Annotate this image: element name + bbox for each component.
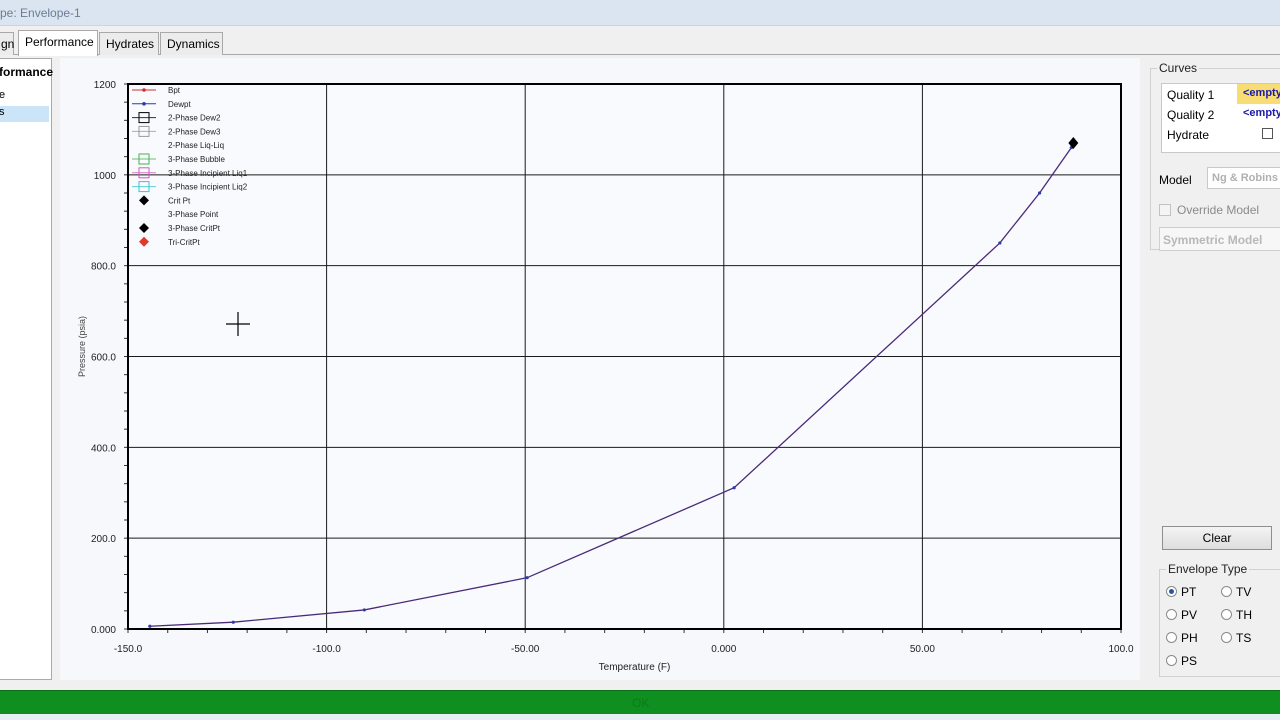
curve-label: Quality 2 <box>1167 108 1215 122</box>
x-tick-label: 100.0 <box>1108 644 1133 655</box>
curve-value[interactable]: <empty <box>1237 104 1280 124</box>
radio-icon <box>1221 586 1232 597</box>
bottom-strip <box>0 714 1280 720</box>
legend-dot <box>142 102 146 106</box>
override-model-checkbox[interactable]: Override Model <box>1159 203 1259 217</box>
legend-label: Dewpt <box>168 100 191 109</box>
radio-icon <box>1221 609 1232 620</box>
legend-label: Crit Pt <box>168 196 191 205</box>
plot-area[interactable]: -150.0 -100.0 -50.00 0.000 50.00 100.0 0.000 20… <box>60 58 1140 680</box>
symmetric-model-select[interactable]: Symmetric Model <box>1159 227 1280 251</box>
hydrate-checkbox[interactable] <box>1262 128 1273 139</box>
legend-label: 2-Phase Dew3 <box>168 127 221 136</box>
model-select[interactable]: Ng & Robins <box>1207 167 1280 189</box>
series-point <box>998 241 1002 245</box>
legend-dot <box>142 88 146 92</box>
series-point <box>362 608 366 612</box>
radio-th[interactable]: TH <box>1221 608 1252 622</box>
left-navigation-panel: formance e s <box>0 58 54 680</box>
y-tick-label: 1200 <box>94 80 117 91</box>
status-text: OK <box>632 696 650 710</box>
x-tick-label: -100.0 <box>312 644 341 655</box>
radio-pt[interactable]: PT <box>1166 585 1196 599</box>
series-point <box>732 486 736 490</box>
envelope-chart[interactable]: -150.0 -100.0 -50.00 0.000 50.00 100.0 0.000 20… <box>60 58 1140 680</box>
series-point <box>525 576 529 580</box>
series-point <box>231 620 235 624</box>
clear-button[interactable]: Clear <box>1162 526 1272 550</box>
radio-icon <box>1166 632 1177 643</box>
radio-selected-icon <box>1166 586 1177 597</box>
left-panel-item-selected[interactable]: s <box>0 106 49 122</box>
left-panel-header: formance <box>0 65 54 79</box>
curve-label: Quality 1 <box>1167 88 1215 102</box>
y-tick-label: 200.0 <box>91 534 116 545</box>
curve-row-quality-1[interactable]: Quality 1 <empty <box>1162 84 1280 104</box>
curves-group-title: Curves <box>1157 61 1200 75</box>
curve-value[interactable]: <empty <box>1237 84 1280 104</box>
right-panel: Curves Quality 1 <empty Quality 2 <empty… <box>1150 58 1280 688</box>
tab-strip: gn Performance Hydrates Dynamics <box>0 30 1280 56</box>
radio-icon <box>1166 655 1177 666</box>
radio-tv[interactable]: TV <box>1221 585 1251 599</box>
radio-label: TV <box>1236 585 1252 599</box>
legend-label: 2-Phase Liq-Liq <box>168 141 224 150</box>
legend-label: 3-Phase Incipient Liq1 <box>168 169 248 178</box>
y-tick-label: 400.0 <box>91 443 116 454</box>
curves-table: Quality 1 <empty Quality 2 <empty Hydrat… <box>1161 83 1280 153</box>
override-model-label: Override Model <box>1177 203 1260 217</box>
radio-label: TH <box>1236 608 1252 622</box>
checkbox-icon <box>1159 204 1171 216</box>
status-bar: OK <box>0 690 1280 714</box>
y-tick-label: 600.0 <box>91 353 116 364</box>
curve-row-hydrate[interactable]: Hydrate <box>1162 124 1280 144</box>
x-tick-label: -150.0 <box>114 644 143 655</box>
tab-dynamics[interactable]: Dynamics <box>160 32 223 55</box>
radio-ph[interactable]: PH <box>1166 631 1198 645</box>
legend-label: Bpt <box>168 86 181 95</box>
radio-icon <box>1221 632 1232 643</box>
x-tick-label: -50.00 <box>511 644 540 655</box>
legend-label: 3-Phase Incipient Liq2 <box>168 183 248 192</box>
tab-performance[interactable]: Performance <box>18 30 98 56</box>
radio-label: PT <box>1181 585 1197 599</box>
radio-ts[interactable]: TS <box>1221 631 1251 645</box>
y-tick-label: 0.000 <box>91 625 116 636</box>
left-panel-item[interactable]: e <box>0 89 49 105</box>
curve-row-quality-2[interactable]: Quality 2 <empty <box>1162 104 1280 124</box>
window-title: pe: Envelope-1 <box>0 6 81 20</box>
x-tick-label: 0.000 <box>711 644 736 655</box>
y-tick-label: 1000 <box>94 171 117 182</box>
radio-label: PH <box>1181 631 1198 645</box>
radio-icon <box>1166 609 1177 620</box>
tab-design[interactable]: gn <box>0 32 14 55</box>
radio-ps[interactable]: PS <box>1166 654 1197 668</box>
legend-label: 2-Phase Dew2 <box>168 114 221 123</box>
radio-label: PV <box>1181 608 1198 622</box>
envelope-type-group: Envelope Type PT TV PV TH PH TS PS <box>1159 562 1280 677</box>
curves-group: Curves Quality 1 <empty Quality 2 <empty… <box>1150 61 1280 251</box>
series-point <box>148 624 152 628</box>
radio-label: PS <box>1181 654 1198 668</box>
x-tick-label: 50.00 <box>910 644 935 655</box>
series-point <box>1037 191 1042 195</box>
model-label: Model <box>1159 173 1192 187</box>
legend-label: 3-Phase CritPt <box>168 224 221 233</box>
curve-label: Hydrate <box>1167 128 1210 142</box>
x-axis-label: Temperature (F) <box>599 662 671 673</box>
envelope-type-title: Envelope Type <box>1166 562 1250 576</box>
tab-hydrates[interactable]: Hydrates <box>99 32 159 55</box>
legend-label: Tri-CritPt <box>168 238 200 247</box>
radio-label: TS <box>1236 631 1252 645</box>
legend-label: 3-Phase Bubble <box>168 155 225 164</box>
y-tick-label: 800.0 <box>91 262 116 273</box>
title-bar: pe: Envelope-1 <box>0 0 1280 26</box>
radio-pv[interactable]: PV <box>1166 608 1197 622</box>
y-axis-label: Pressure (psia) <box>77 316 87 377</box>
legend-label: 3-Phase Point <box>168 210 219 219</box>
